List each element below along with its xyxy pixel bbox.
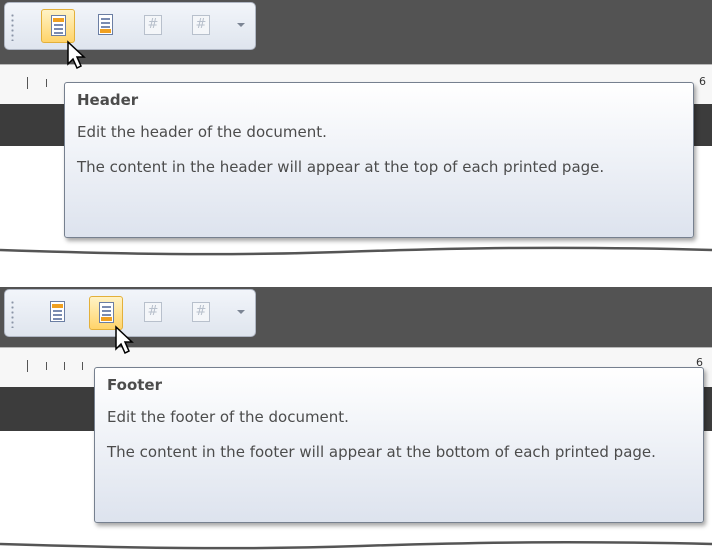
ruler-number: 6 [699,75,706,88]
ruler-tick [46,79,47,87]
page-number-button[interactable]: # [137,296,171,330]
page-count-button[interactable]: # [185,296,219,330]
mouse-cursor-icon [67,40,86,70]
page-number-icon: # [144,15,162,35]
footer-page-icon [98,14,113,35]
toolbar-grip[interactable] [11,13,14,41]
page-number-icon: # [144,302,162,322]
ruler-tick [27,77,28,89]
header-button[interactable] [41,296,75,330]
header-button[interactable] [41,9,75,43]
torn-edge [0,541,712,556]
header-page-icon [51,15,66,36]
header-example-panel: 6 # # Header Edit the header of the docu… [0,0,712,262]
ruler-tick [27,360,28,372]
page-number-button[interactable]: # [137,9,171,43]
footer-tooltip: Footer Edit the footer of the document. … [94,367,704,523]
tooltip-details: The content in the footer will appear at… [107,443,656,461]
mouse-cursor-icon [115,325,134,355]
tooltip-description: Edit the header of the document. [77,123,327,141]
toolbar-options-chevron-down-icon[interactable] [237,310,245,314]
header-page-icon [50,301,65,322]
toolbar-grip[interactable] [11,300,14,328]
page-count-button[interactable]: # [185,9,219,43]
ruler-tick [64,362,65,370]
footer-page-icon [99,302,114,323]
ruler-tick [82,362,83,370]
header-tooltip: Header Edit the header of the document. … [64,82,694,238]
header-footer-toolbar: # # [4,2,256,50]
footer-example-panel: 6 # # Footer Edit the footer of the docu… [0,287,712,556]
toolbar-options-chevron-down-icon[interactable] [237,23,245,27]
page-count-icon: # [189,12,210,35]
ruler-tick [46,362,47,370]
page-count-icon: # [189,299,210,322]
tooltip-title: Header [77,91,139,109]
tooltip-details: The content in the header will appear at… [77,158,605,176]
tooltip-description: Edit the footer of the document. [107,408,349,426]
torn-edge [0,246,712,262]
tooltip-title: Footer [107,376,162,394]
footer-button[interactable] [89,9,123,43]
